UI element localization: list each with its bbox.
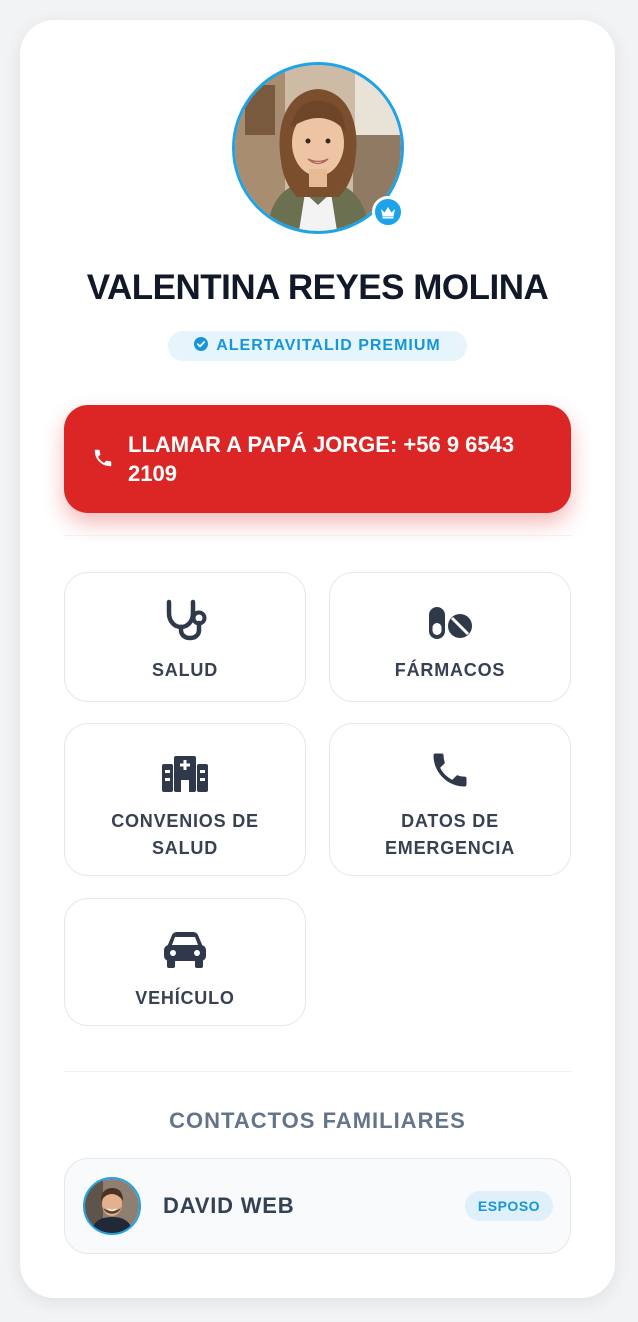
phone-icon — [428, 748, 472, 792]
hospital-icon — [162, 748, 208, 792]
tile-label: FÁRMACOS — [394, 660, 506, 680]
tile-label: VEHÍCULO — [135, 988, 235, 1008]
relation-badge: ESPOSO — [465, 1191, 553, 1221]
contact-name: DAVID WEB — [163, 1193, 295, 1218]
contact-avatar — [83, 1177, 141, 1235]
profile-name: VALENTINA REYES MOLINA — [86, 268, 549, 307]
contact-photo-illustration — [85, 1179, 139, 1233]
emergency-call-label: LLAMAR A PAPÁ JORGE: +56 9 6543 2109 — [128, 432, 515, 486]
premium-badge: ALERTAVITALID PREMIUM — [168, 331, 467, 361]
stethoscope-icon — [163, 597, 207, 641]
pills-icon — [427, 597, 473, 641]
tile-salud[interactable]: SALUD — [64, 572, 306, 702]
tile-vehiculo[interactable]: VEHÍCULO — [64, 898, 306, 1026]
tile-farmacos[interactable]: FÁRMACOS — [329, 572, 571, 702]
tile-label: SALUD — [152, 660, 218, 680]
profile-card: VALENTINA REYES MOLINA ALERTAVITALID PRE… — [20, 20, 615, 1298]
tile-label: DATOS DE EMERGENCIA — [384, 811, 515, 858]
car-icon — [163, 925, 207, 969]
crown-icon — [372, 196, 404, 228]
premium-label: ALERTAVITALID PREMIUM — [216, 337, 441, 354]
phone-icon — [92, 447, 114, 472]
contact-item[interactable]: DAVID WEB ESPOSO — [64, 1158, 571, 1254]
contacts-section-title: CONTACTOS FAMILIARES — [169, 1108, 466, 1133]
tile-label: CONVENIOS DE SALUD — [111, 811, 259, 858]
tile-convenios[interactable]: CONVENIOS DE SALUD — [64, 723, 306, 876]
divider — [64, 1071, 571, 1072]
tile-datos-emergencia[interactable]: DATOS DE EMERGENCIA — [329, 723, 571, 876]
emergency-call-button[interactable]: LLAMAR A PAPÁ JORGE: +56 9 6543 2109 — [64, 405, 571, 513]
profile-avatar-wrapper — [232, 62, 404, 234]
divider — [64, 535, 571, 536]
check-circle-icon — [194, 336, 209, 356]
